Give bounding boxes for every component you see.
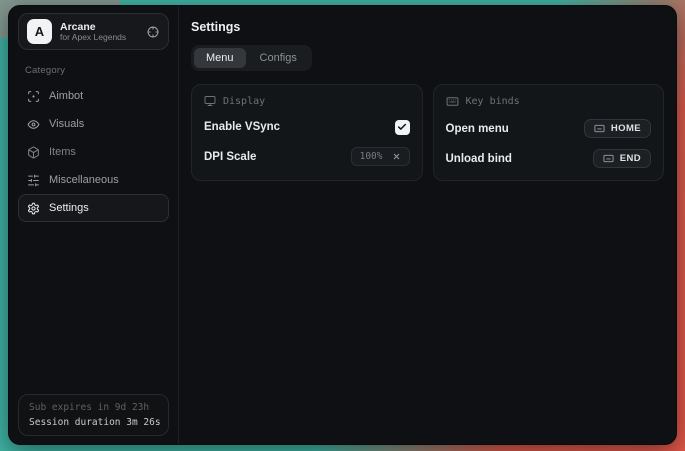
clear-icon[interactable] [392,152,401,161]
sidebar-item-label: Settings [49,202,89,214]
dpi-scale-input[interactable]: 100% [351,147,410,166]
sidebar-item-miscellaneous[interactable]: Miscellaneous [18,166,169,194]
tab-configs[interactable]: Configs [248,48,309,68]
page-title: Settings [191,20,664,34]
sidebar-item-settings[interactable]: Settings [18,194,169,222]
settings-gear-icon [27,202,40,215]
enable-vsync-label: Enable VSync [204,121,280,133]
sidebar-nav: Aimbot Visuals Items [18,82,169,222]
settings-cards-row: Display Enable VSync DPI Scale 100% [191,84,664,181]
keybinds-card-header: Key binds [446,95,652,108]
miscellaneous-sliders-icon [27,174,40,187]
main-content: Settings Menu Configs Display Enable VSy… [179,6,676,444]
check-icon [397,122,407,132]
dpi-scale-row: DPI Scale 100% [204,147,410,166]
sidebar-item-label: Miscellaneous [49,174,119,186]
display-card-header: Display [204,95,410,107]
app-window: A Arcane for Apex Legends Category [8,5,677,445]
enable-vsync-checkbox[interactable] [395,120,410,135]
tab-menu[interactable]: Menu [194,48,246,68]
open-menu-label: Open menu [446,123,509,135]
app-subtitle: for Apex Legends [60,33,138,43]
sidebar-item-label: Visuals [49,118,84,130]
display-card-title: Display [223,96,265,107]
sidebar-item-aimbot[interactable]: Aimbot [18,82,169,110]
dpi-scale-label: DPI Scale [204,151,256,163]
aimbot-scan-icon [27,90,40,103]
keyboard-icon [603,153,614,164]
unload-bind-label: Unload bind [446,153,512,165]
app-title: Arcane [60,21,138,33]
sub-expires-text: Sub expires in 9d 23h [29,402,158,413]
keyboard-icon [594,123,605,134]
display-card: Display Enable VSync DPI Scale 100% [191,84,423,181]
keybinds-card: Key binds Open menu HOME Unload bin [433,84,665,181]
enable-vsync-row: Enable VSync [204,118,410,136]
unload-bind-keybind-button[interactable]: END [593,149,651,168]
tab-bar: Menu Configs [191,45,312,71]
sidebar-spacer [18,222,169,394]
open-menu-keybind-button[interactable]: HOME [584,119,651,138]
category-label: Category [25,65,162,76]
open-menu-key: HOME [611,123,641,134]
app-logo: A [27,19,52,44]
monitor-icon [204,95,216,107]
items-package-icon [27,146,40,159]
unload-bind-key: END [620,153,641,164]
sidebar-item-items[interactable]: Items [18,138,169,166]
brand-card: A Arcane for Apex Legends [18,13,169,50]
sidebar-item-visuals[interactable]: Visuals [18,110,169,138]
session-info-card: Sub expires in 9d 23h Session duration 3… [18,394,169,436]
unload-bind-row: Unload bind END [446,149,652,168]
visuals-eye-icon [27,118,40,131]
dpi-scale-value[interactable]: 100% [360,151,383,162]
session-duration-text: Session duration 3m 26s [29,417,158,428]
open-menu-row: Open menu HOME [446,119,652,138]
keyboard-icon [446,95,459,108]
sidebar-item-label: Items [49,146,76,158]
sidebar: A Arcane for Apex Legends Category [9,6,179,444]
sidebar-item-label: Aimbot [49,90,83,102]
brand-text: Arcane for Apex Legends [60,21,138,43]
target-icon[interactable] [146,25,160,39]
keybinds-card-title: Key binds [466,96,520,107]
